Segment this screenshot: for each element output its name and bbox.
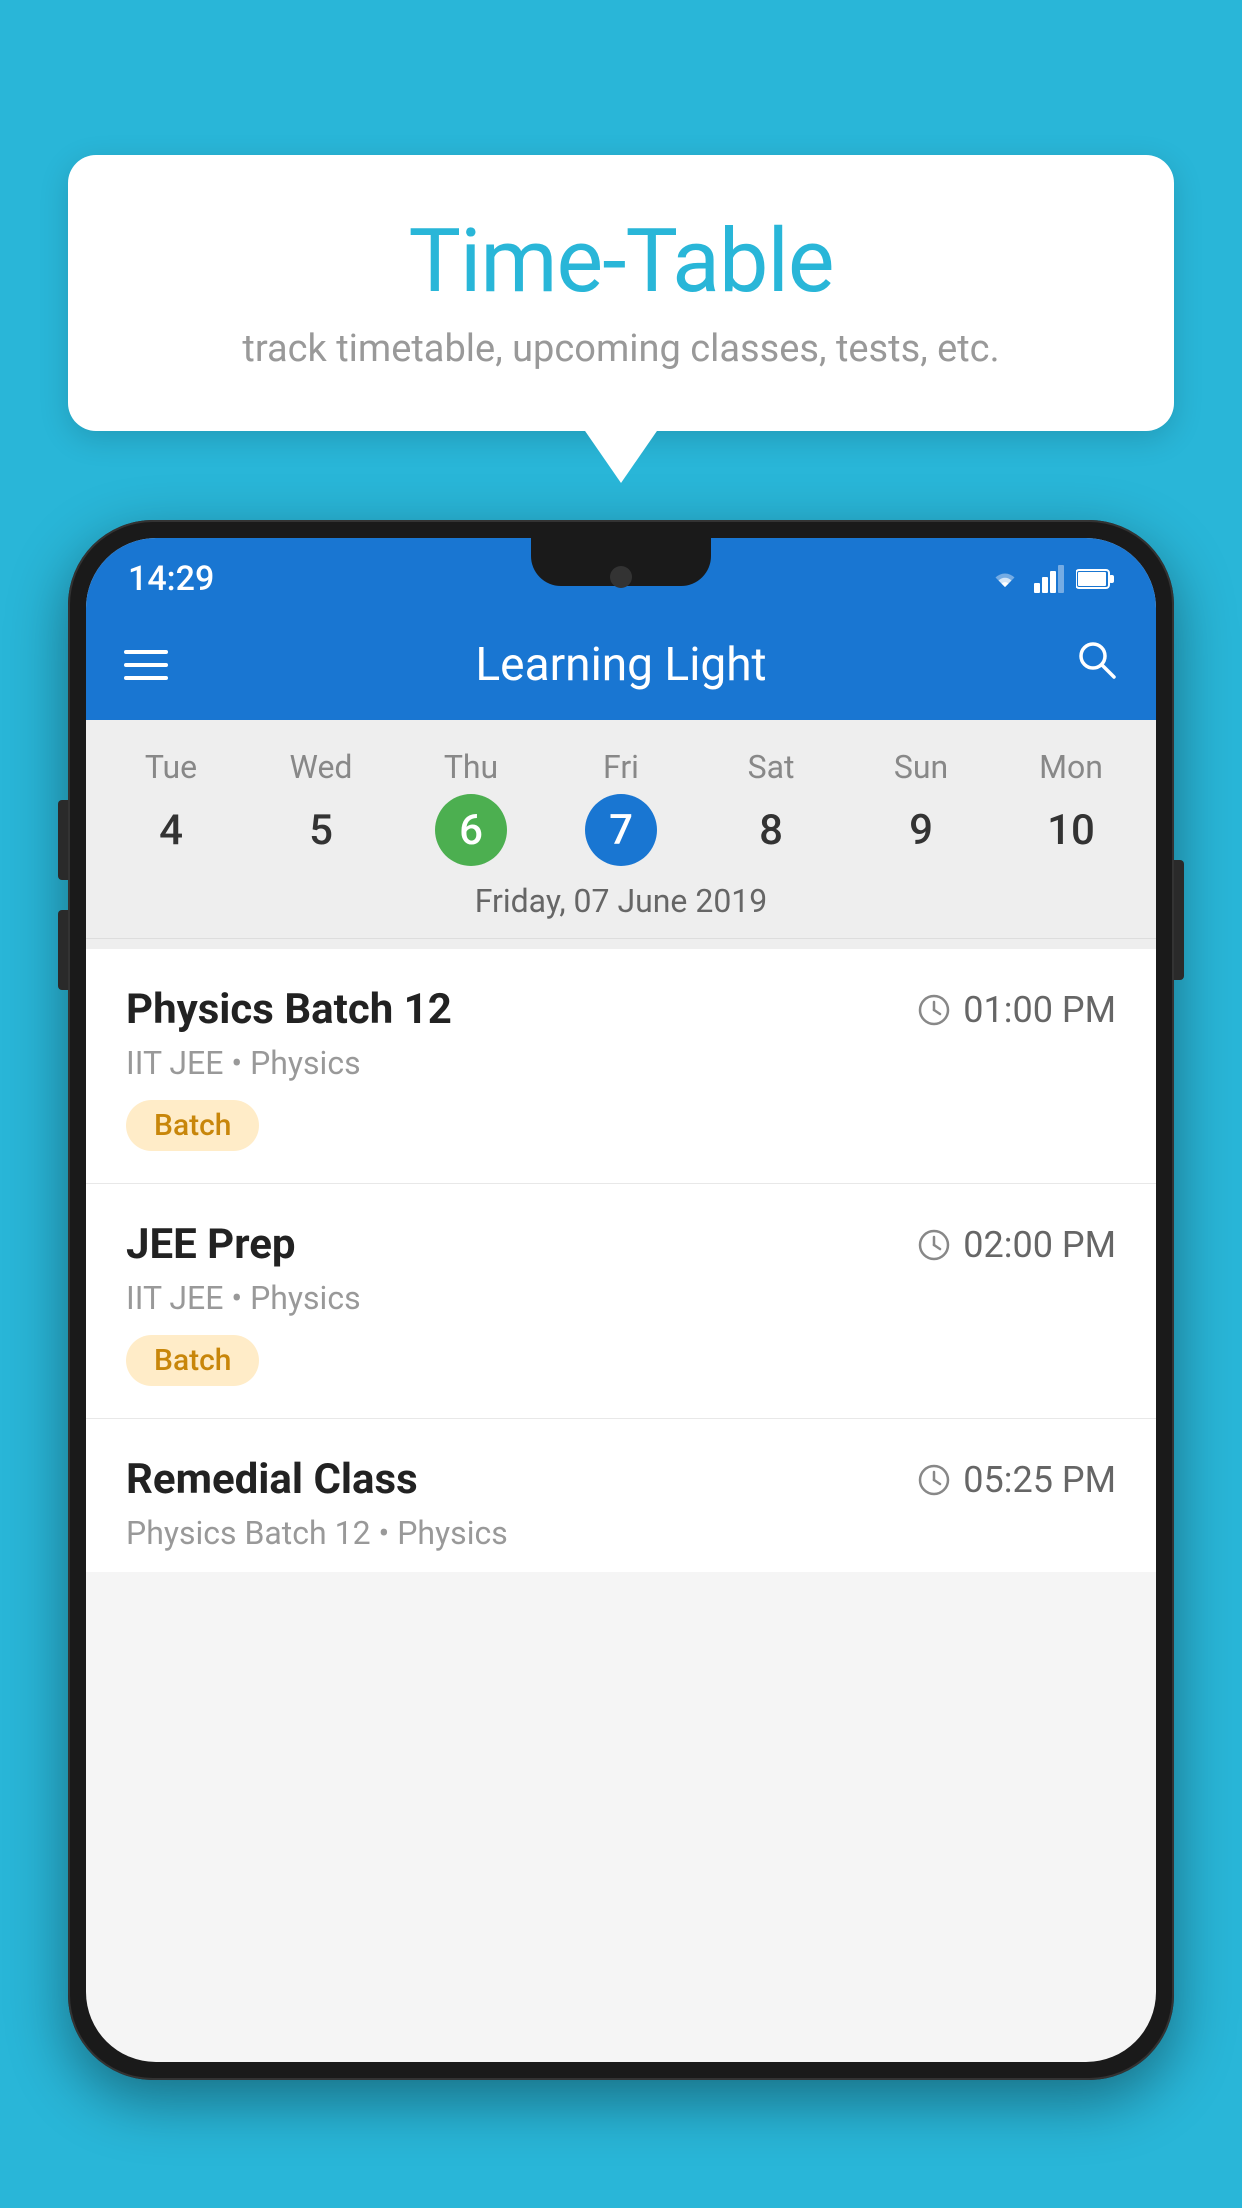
day-thu: Thu (396, 740, 546, 794)
date-5[interactable]: 5 (246, 794, 396, 866)
wifi-icon (988, 565, 1022, 593)
camera (610, 566, 632, 588)
time-label-3: 05:25 PM (963, 1459, 1116, 1501)
item-subtitle-3: Physics Batch 12 • Physics (126, 1514, 1116, 1552)
card-title: Time-Table (128, 210, 1114, 313)
clock-icon-2 (917, 1228, 951, 1262)
day-wed: Wed (246, 740, 396, 794)
item-title-2: JEE Prep (126, 1220, 296, 1269)
schedule-item-3[interactable]: Remedial Class 05:25 PM Physics Batch 12… (86, 1419, 1156, 1572)
item-header-2: JEE Prep 02:00 PM (126, 1220, 1116, 1269)
batch-badge-2: Batch (126, 1335, 259, 1386)
clock-icon-3 (917, 1463, 951, 1497)
hamburger-menu[interactable] (124, 650, 168, 680)
phone-screen: 14:29 (86, 538, 1156, 2062)
item-title-1: Physics Batch 12 (126, 985, 452, 1034)
day-tue: Tue (96, 740, 246, 794)
app-bar: Learning Light (86, 610, 1156, 720)
signal-icon (1034, 565, 1064, 593)
volume-up-button (58, 800, 68, 880)
date-7-selected[interactable]: 7 (585, 794, 657, 866)
day-mon: Mon (996, 740, 1146, 794)
schedule-list: Physics Batch 12 01:00 PM IIT JEE • Phys… (86, 949, 1156, 1572)
battery-icon (1076, 568, 1114, 590)
item-header-1: Physics Batch 12 01:00 PM (126, 985, 1116, 1034)
item-title-3: Remedial Class (126, 1455, 418, 1504)
item-time-3: 05:25 PM (917, 1459, 1116, 1501)
clock-icon-1 (917, 993, 951, 1027)
day-headers: Tue Wed Thu Fri Sat Sun Mon (86, 740, 1156, 794)
date-8[interactable]: 8 (696, 794, 846, 866)
calendar-strip: Tue Wed Thu Fri Sat Sun Mon 4 5 6 7 8 9 … (86, 720, 1156, 949)
day-numbers: 4 5 6 7 8 9 10 (86, 794, 1156, 866)
status-icons (988, 565, 1114, 593)
item-time-1: 01:00 PM (917, 989, 1116, 1031)
date-6-today[interactable]: 6 (435, 794, 507, 866)
schedule-item-2[interactable]: JEE Prep 02:00 PM IIT JEE • Physics Batc… (86, 1184, 1156, 1419)
item-header-3: Remedial Class 05:25 PM (126, 1455, 1116, 1504)
search-button[interactable] (1074, 637, 1118, 693)
time-label-1: 01:00 PM (963, 989, 1116, 1031)
date-10[interactable]: 10 (996, 794, 1146, 866)
item-subtitle-2: IIT JEE • Physics (126, 1279, 1116, 1317)
day-fri: Fri (546, 740, 696, 794)
selected-date-label: Friday, 07 June 2019 (86, 866, 1156, 939)
status-time: 14:29 (128, 559, 214, 599)
schedule-item-1[interactable]: Physics Batch 12 01:00 PM IIT JEE • Phys… (86, 949, 1156, 1184)
phone-mockup: 14:29 (68, 520, 1174, 2208)
card-subtitle: track timetable, upcoming classes, tests… (128, 327, 1114, 371)
date-4[interactable]: 4 (96, 794, 246, 866)
phone-notch (531, 538, 711, 586)
phone-outer: 14:29 (68, 520, 1174, 2080)
batch-badge-1: Batch (126, 1100, 259, 1151)
day-sun: Sun (846, 740, 996, 794)
day-sat: Sat (696, 740, 846, 794)
app-title: Learning Light (206, 638, 1036, 692)
info-card: Time-Table track timetable, upcoming cla… (68, 155, 1174, 431)
power-button (1174, 860, 1184, 980)
item-subtitle-1: IIT JEE • Physics (126, 1044, 1116, 1082)
time-label-2: 02:00 PM (963, 1224, 1116, 1266)
item-time-2: 02:00 PM (917, 1224, 1116, 1266)
volume-down-button (58, 910, 68, 990)
date-9[interactable]: 9 (846, 794, 996, 866)
